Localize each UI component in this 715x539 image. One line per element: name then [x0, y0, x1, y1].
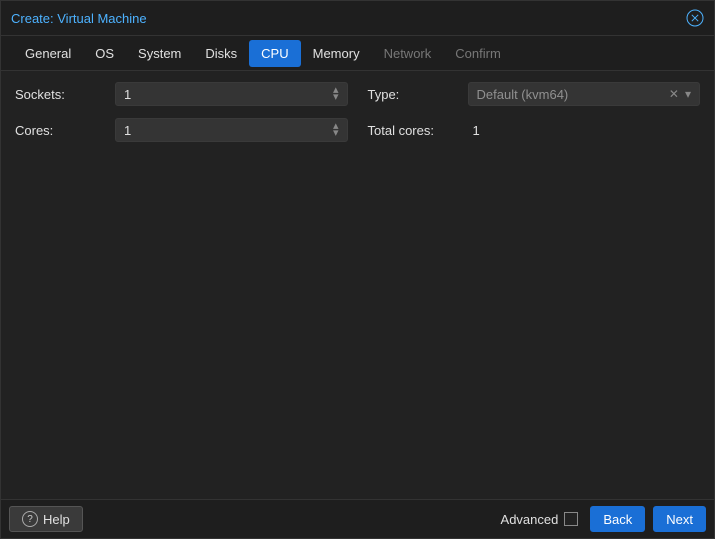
help-button[interactable]: ? Help	[9, 506, 83, 532]
tab-os[interactable]: OS	[83, 40, 126, 67]
tab-memory[interactable]: Memory	[301, 40, 372, 67]
footer: ? Help Advanced Back Next	[1, 499, 714, 538]
row-cores: Cores: 1 ▴▾	[15, 117, 348, 143]
spinner-icon[interactable]: ▴▾	[333, 123, 339, 137]
chevron-down-icon[interactable]: ▾	[685, 87, 691, 101]
row-type: Type: Default (kvm64) ✕ ▾	[368, 81, 701, 107]
spinner-icon[interactable]: ▴▾	[333, 87, 339, 101]
type-combo[interactable]: Default (kvm64) ✕ ▾	[468, 82, 701, 106]
close-icon[interactable]	[686, 9, 704, 27]
tab-general[interactable]: General	[13, 40, 83, 67]
cores-label: Cores:	[15, 123, 115, 138]
tab-disks[interactable]: Disks	[193, 40, 249, 67]
help-icon: ?	[22, 511, 38, 527]
titlebar: Create: Virtual Machine	[1, 1, 714, 36]
window-title: Create: Virtual Machine	[11, 11, 686, 26]
dialog-create-vm: Create: Virtual Machine General OS Syste…	[0, 0, 715, 539]
cores-input[interactable]: 1 ▴▾	[115, 118, 348, 142]
tab-network: Network	[372, 40, 444, 67]
advanced-checkbox[interactable]	[564, 512, 578, 526]
next-label: Next	[666, 512, 693, 527]
cpu-panel: Sockets: 1 ▴▾ Cores: 1 ▴▾	[1, 70, 714, 499]
type-label: Type:	[368, 87, 468, 102]
clear-icon[interactable]: ✕	[669, 87, 679, 101]
back-label: Back	[603, 512, 632, 527]
right-column: Type: Default (kvm64) ✕ ▾ Total cores: 1	[368, 81, 701, 489]
total-cores-label: Total cores:	[368, 123, 468, 138]
sockets-value: 1	[124, 87, 333, 102]
wizard-tabs: General OS System Disks CPU Memory Netwo…	[1, 36, 714, 70]
tab-cpu[interactable]: CPU	[249, 40, 300, 67]
row-total-cores: Total cores: 1	[368, 117, 701, 143]
advanced-toggle[interactable]: Advanced	[501, 512, 579, 527]
total-cores-value: 1	[468, 123, 701, 138]
cores-value: 1	[124, 123, 333, 138]
tab-system[interactable]: System	[126, 40, 193, 67]
next-button[interactable]: Next	[653, 506, 706, 532]
left-column: Sockets: 1 ▴▾ Cores: 1 ▴▾	[15, 81, 348, 489]
type-value: Default (kvm64)	[477, 87, 663, 102]
back-button[interactable]: Back	[590, 506, 645, 532]
advanced-label: Advanced	[501, 512, 559, 527]
sockets-input[interactable]: 1 ▴▾	[115, 82, 348, 106]
row-sockets: Sockets: 1 ▴▾	[15, 81, 348, 107]
help-label: Help	[43, 512, 70, 527]
tab-confirm: Confirm	[443, 40, 513, 67]
sockets-label: Sockets:	[15, 87, 115, 102]
